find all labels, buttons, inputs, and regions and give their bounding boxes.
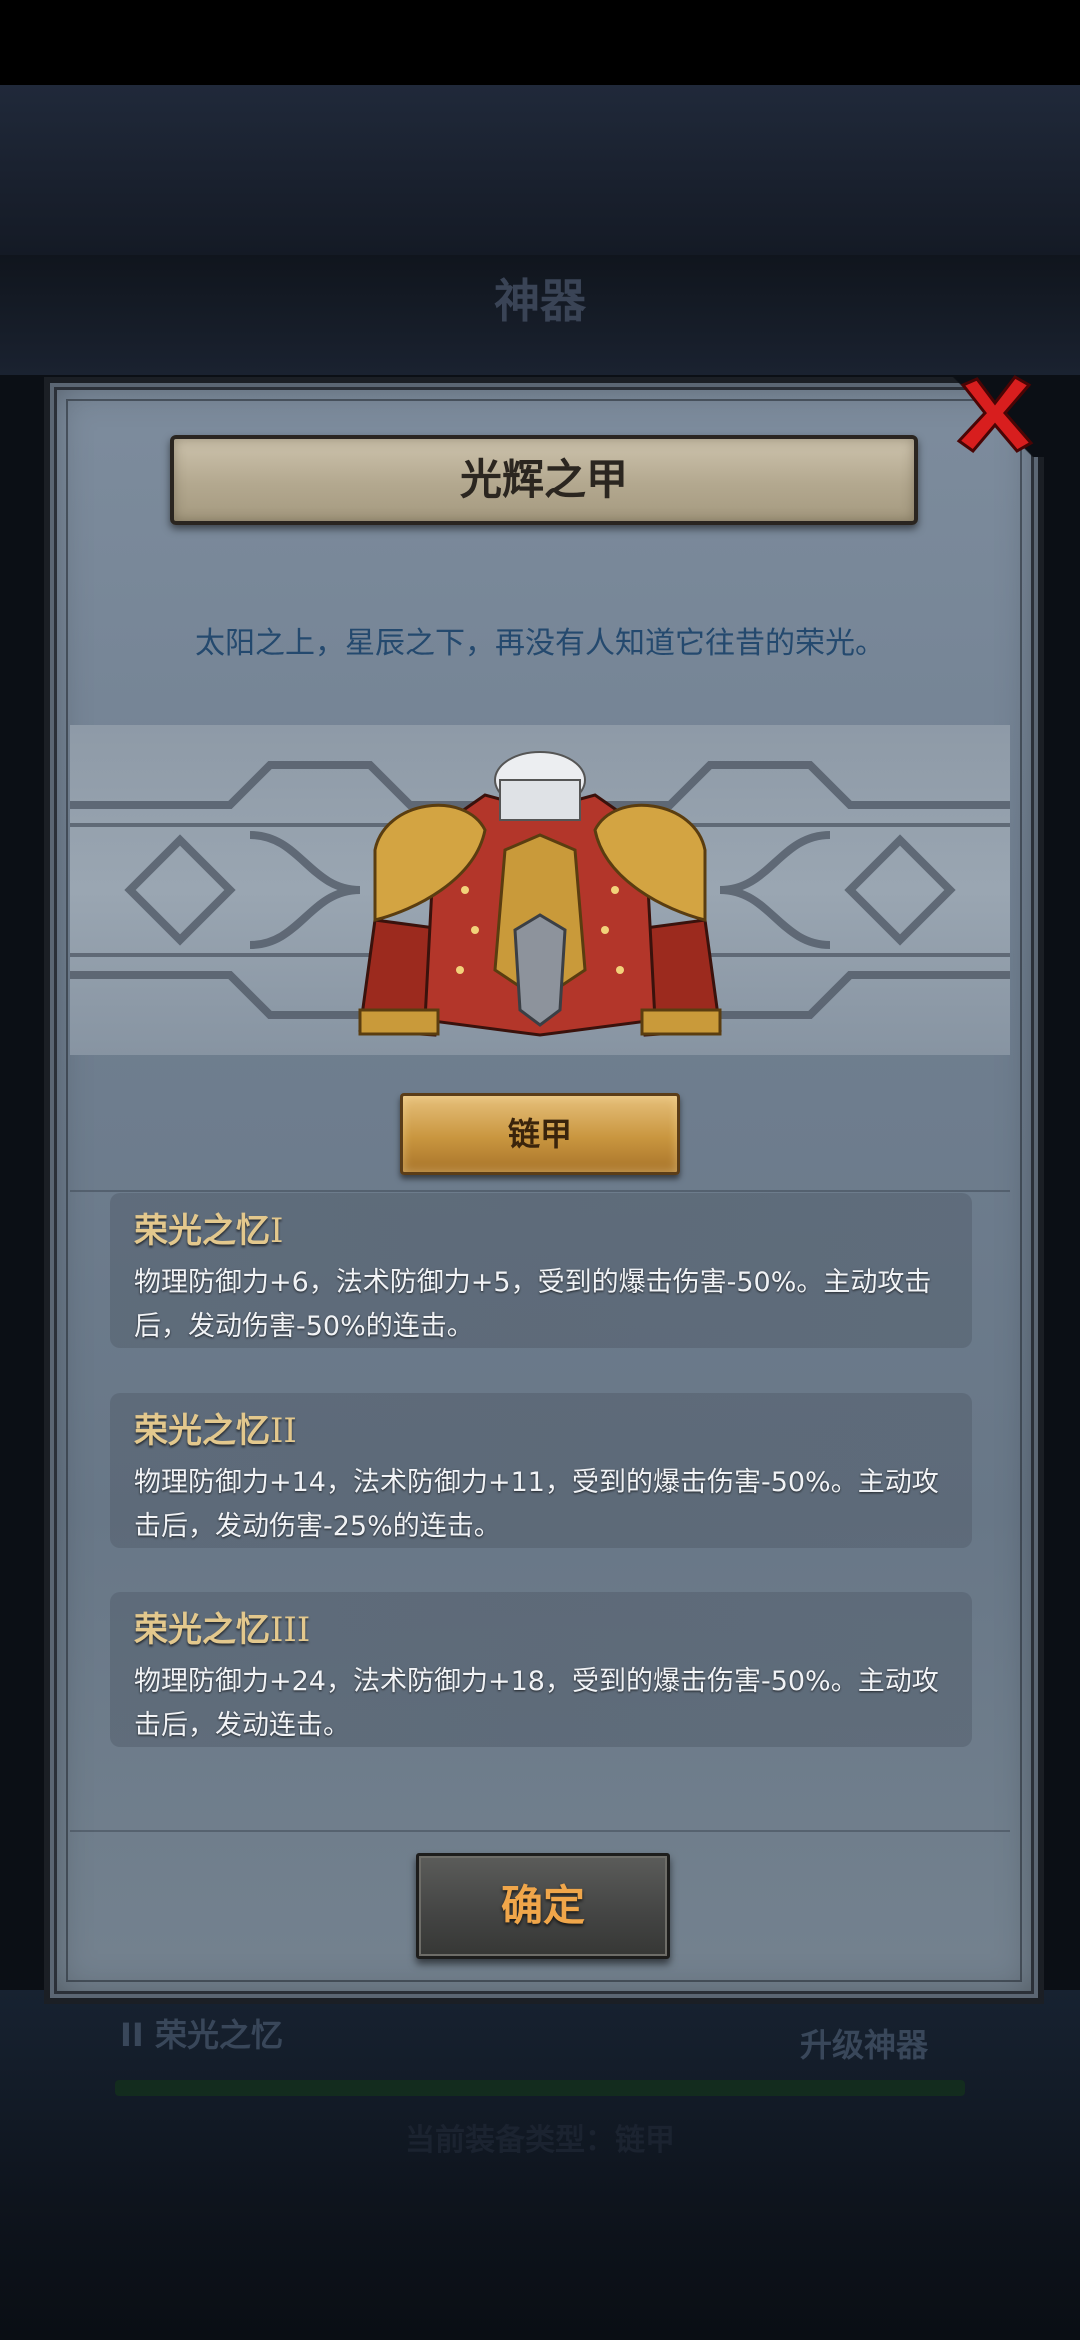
title-plate: 光辉之甲 xyxy=(170,435,918,525)
skill-name: 荣光之忆 xyxy=(134,1211,270,1251)
background-equip-type-caption: 当前装备类型：链甲 xyxy=(405,2123,675,2158)
skill-title: 荣光之忆II xyxy=(134,1403,297,1452)
divider xyxy=(70,1190,1010,1192)
armor-type-label: 链甲 xyxy=(507,1115,572,1153)
skill-card-3: 荣光之忆III 物理防御力+24，法术防御力+18，受到的爆击伤害-50%。主动… xyxy=(110,1592,972,1747)
armor-type-tag[interactable]: 链甲 xyxy=(400,1093,680,1175)
skill-title: 荣光之忆I xyxy=(134,1203,283,1252)
status-bar-area xyxy=(0,0,1080,85)
confirm-button[interactable]: 确定 xyxy=(416,1853,670,1959)
skill-name: 荣光之忆 xyxy=(134,1411,270,1451)
skill-level: III xyxy=(270,1610,311,1650)
divider xyxy=(70,1830,1010,1832)
background-header-title: 神器 xyxy=(494,274,586,328)
close-icon xyxy=(956,375,1034,454)
skill-description: 物理防御力+24，法术防御力+18，受到的爆击伤害-50%。主动攻击后，发动连击… xyxy=(134,1666,939,1741)
skill-level: I xyxy=(270,1211,284,1251)
background-progress-bar xyxy=(115,2080,965,2096)
armor-chestplate-icon xyxy=(355,740,725,1044)
skill-card-1: 荣光之忆I 物理防御力+6，法术防御力+5，受到的爆击伤害-50%。主动攻击后，… xyxy=(110,1193,972,1348)
flavor-text: 太阳之上，星辰之下，再没有人知道它往昔的荣光。 xyxy=(195,626,885,661)
skill-description: 物理防御力+14，法术防御力+11，受到的爆击伤害-50%。主动攻击后，发动伤害… xyxy=(134,1467,939,1542)
confirm-button-label: 确定 xyxy=(500,1881,585,1930)
skill-card-2: 荣光之忆II 物理防御力+14，法术防御力+11，受到的爆击伤害-50%。主动攻… xyxy=(110,1393,972,1548)
skill-description: 物理防御力+6，法术防御力+5，受到的爆击伤害-50%。主动攻击后，发动伤害-5… xyxy=(134,1267,932,1342)
background-band xyxy=(0,85,1080,255)
background-upgrade-label: 升级神器 xyxy=(800,2026,929,2064)
background-skill-label: II 荣光之忆 xyxy=(120,2016,283,2054)
skill-level: II xyxy=(270,1411,297,1451)
close-button[interactable] xyxy=(955,373,1035,455)
skill-title: 荣光之忆III xyxy=(134,1602,310,1651)
skill-name: 荣光之忆 xyxy=(134,1610,270,1650)
dialog-title: 光辉之甲 xyxy=(459,455,628,504)
